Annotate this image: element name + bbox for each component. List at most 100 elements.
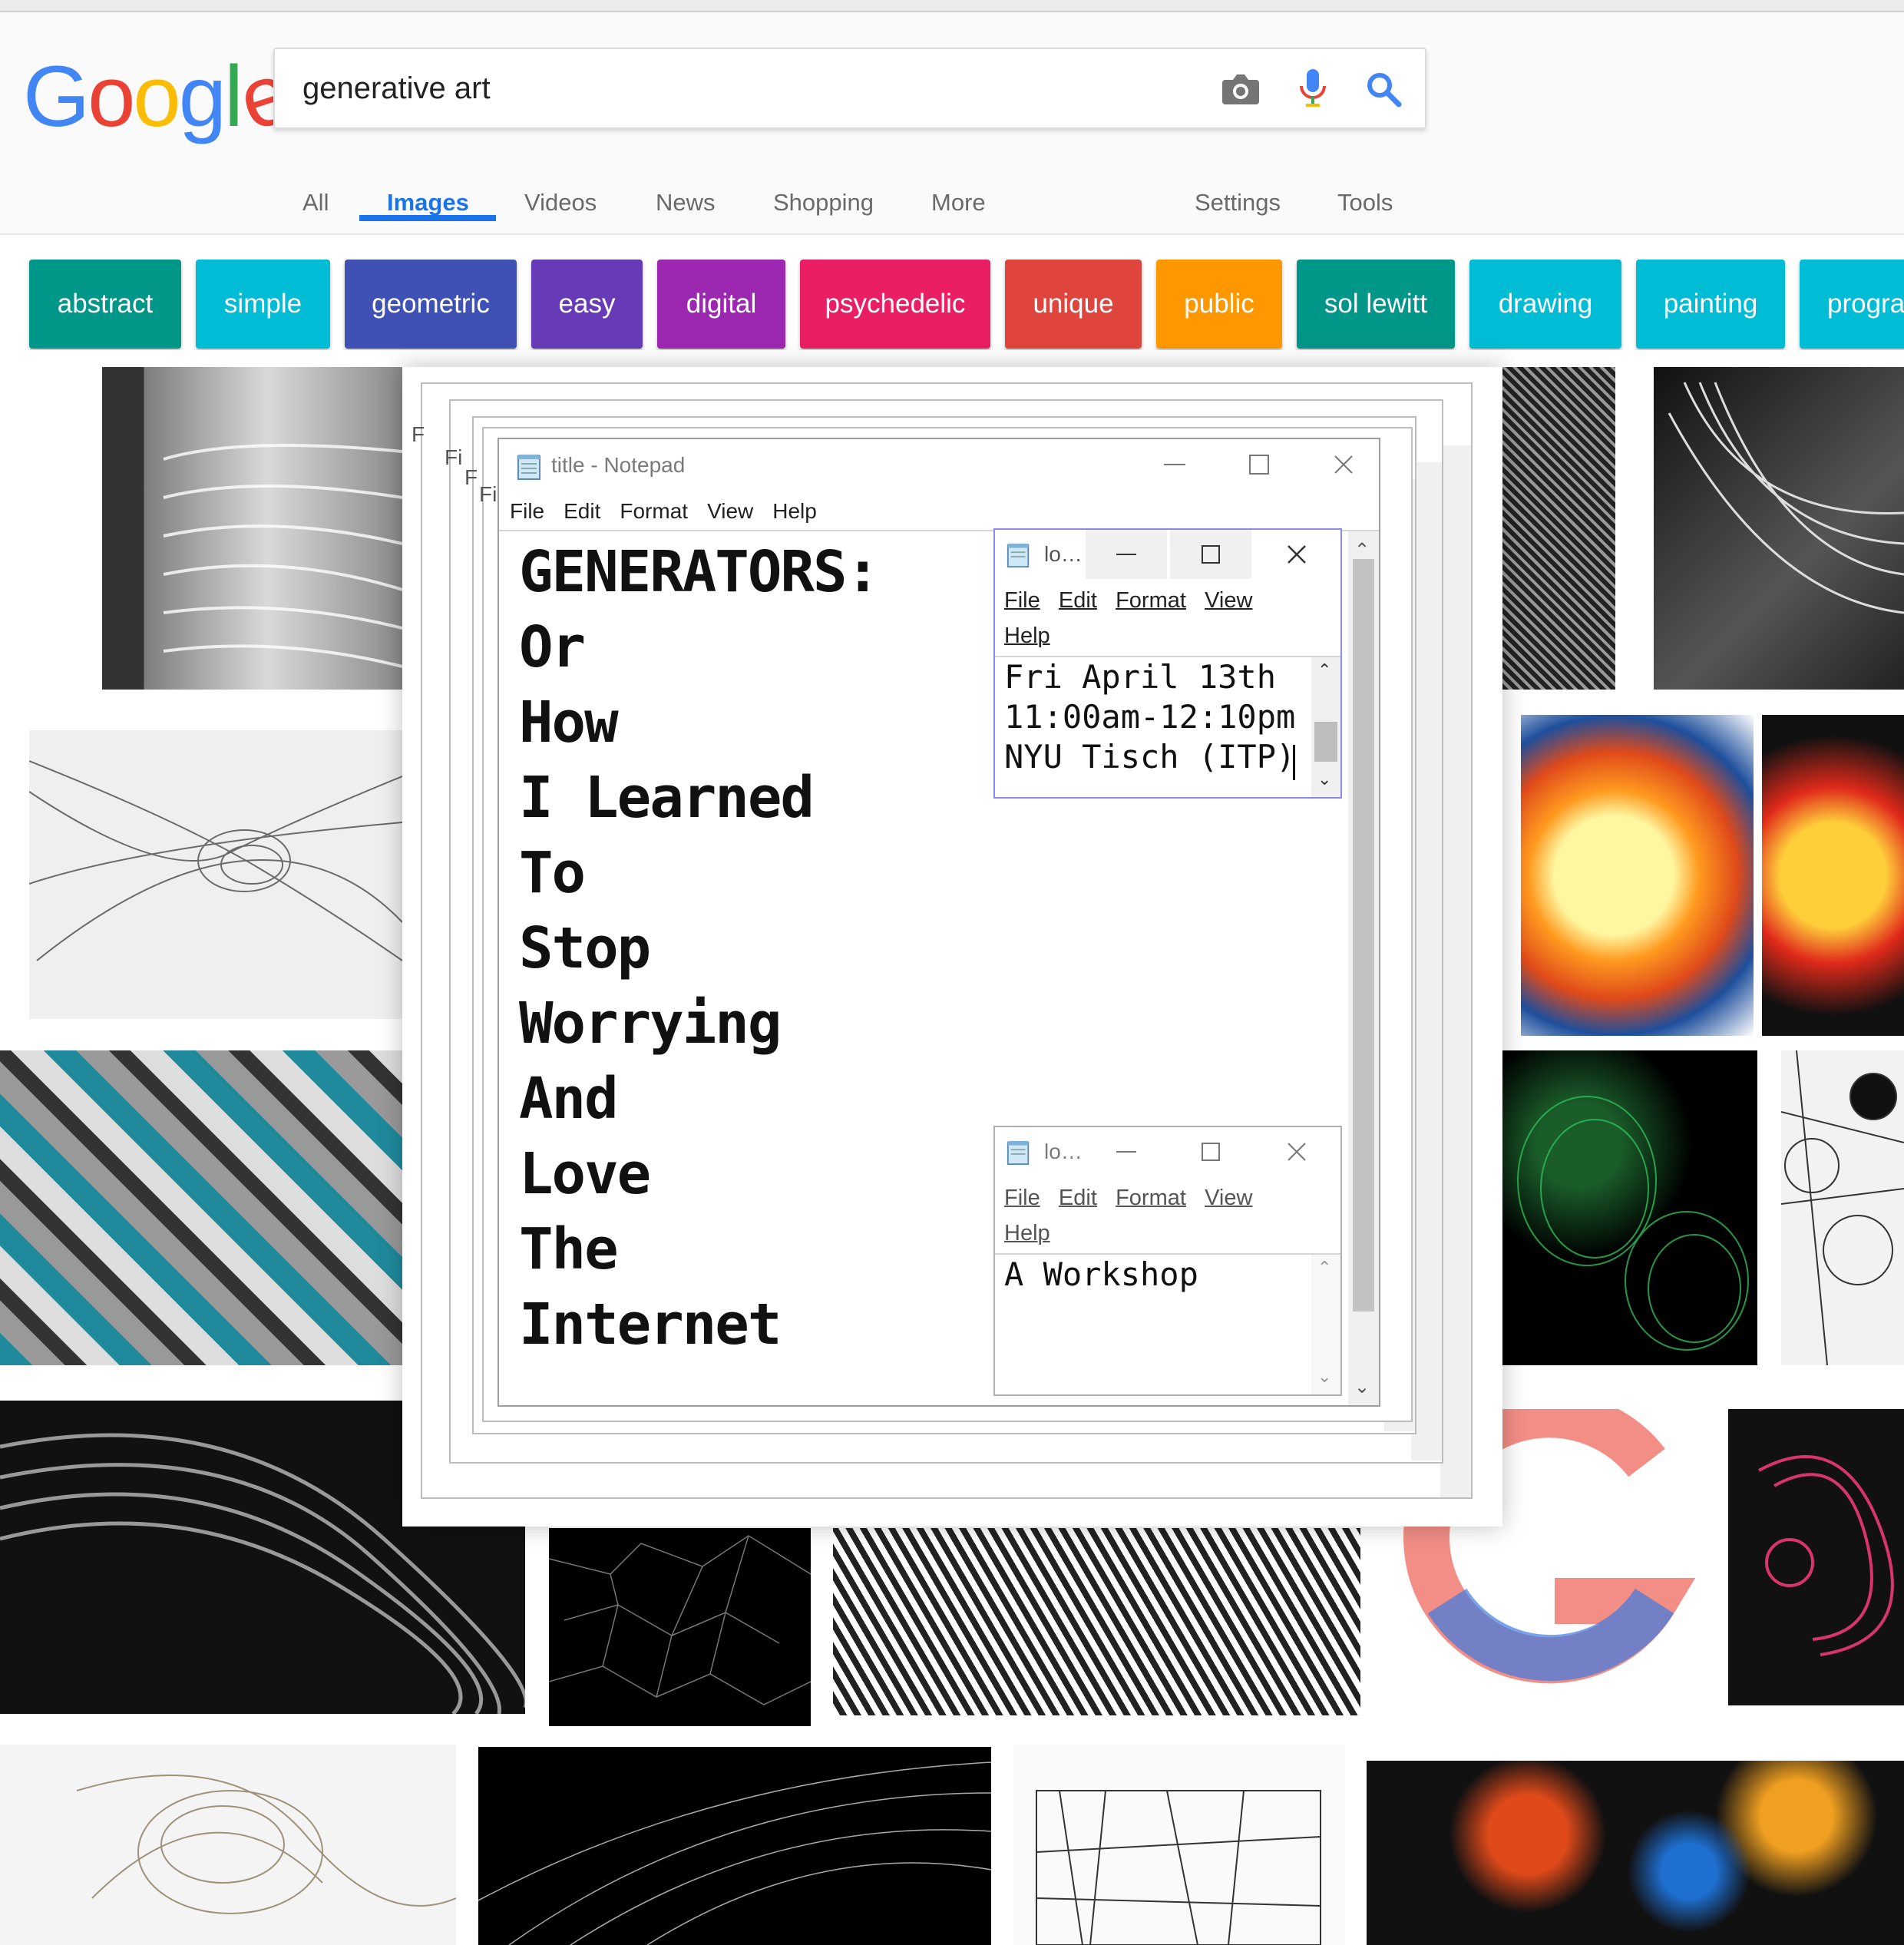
menu-file[interactable]: File [1004,588,1040,613]
search-icon[interactable] [1360,66,1407,112]
logo-letter: g [178,48,226,144]
chip-geometric[interactable]: geometric [345,260,517,349]
close-icon[interactable] [1313,445,1374,484]
chip-public[interactable]: public [1156,260,1282,349]
image-result[interactable] [549,1528,811,1726]
google-logo[interactable]: Google [23,43,300,151]
menu-help[interactable]: Help [1004,624,1050,648]
chip-drawing[interactable]: drawing [1469,260,1621,349]
chip-psychedelic[interactable]: psychedelic [800,260,990,349]
menu-bar: File Edit Format View [1004,1186,1252,1211]
scroll-down-icon[interactable]: ⌄ [1317,1367,1331,1387]
tab-all[interactable]: All [302,189,329,217]
camera-icon[interactable] [1218,66,1264,112]
chip-simple[interactable]: simple [196,260,330,349]
maximize-icon[interactable] [1170,530,1251,579]
image-result[interactable] [1502,1050,1757,1365]
menu-help[interactable]: Help [772,499,817,523]
chip-unique[interactable]: unique [1005,260,1142,349]
notepad-date-window: lo… File Edit Format View Help Fri April… [993,528,1342,799]
notepad-workshop-window: lo… File Edit Format View Help A Worksho… [993,1126,1342,1396]
search-input[interactable] [302,49,1185,127]
image-result[interactable] [478,1747,991,1945]
image-result[interactable] [833,1528,1360,1715]
search-box[interactable] [273,48,1426,129]
scroll-down-icon[interactable]: ⌄ [1317,769,1331,789]
chip-painting[interactable]: painting [1636,260,1785,349]
microphone-icon[interactable] [1290,66,1336,112]
window-title: lo… [1044,542,1083,566]
vertical-scrollbar[interactable]: ⌃ ⌄ [1348,531,1379,1405]
scroll-thumb[interactable] [1314,722,1337,762]
menu-view[interactable]: View [1205,1186,1252,1210]
scroll-up-icon[interactable]: ⌃ [1317,660,1331,680]
logo-letter: o [133,48,180,144]
menu-format[interactable]: Format [620,499,688,523]
related-search-chips: abstract simple geometric easy digital p… [0,260,1904,350]
menu-file[interactable]: File [1004,1186,1040,1210]
chip-easy[interactable]: easy [531,260,643,349]
image-result[interactable] [1728,1409,1904,1705]
logo-letter: G [23,48,90,144]
menu-bar-row2: Help [1004,1221,1050,1246]
image-result[interactable] [0,1745,456,1945]
notepad-icon [516,453,544,481]
tools-link[interactable]: Tools [1337,189,1393,217]
tab-shopping[interactable]: Shopping [773,189,874,217]
image-result[interactable] [1013,1745,1345,1945]
menu-view[interactable]: View [707,499,753,523]
image-result[interactable] [1654,367,1904,690]
minimize-icon[interactable] [1144,445,1205,484]
image-result[interactable] [1781,1050,1904,1365]
notepad-icon [1006,542,1032,568]
menu-edit[interactable]: Edit [1059,1186,1097,1210]
scrollbar[interactable] [1440,445,1471,1497]
tab-images[interactable]: Images [387,189,469,217]
scroll-up-icon[interactable]: ⌃ [1354,539,1370,561]
chip-programming[interactable]: progra [1800,260,1904,349]
menu-format[interactable]: Format [1116,1186,1186,1210]
image-result[interactable] [1762,715,1904,1036]
minimize-icon[interactable] [1086,530,1167,579]
active-tab-indicator [359,215,496,221]
menu-help[interactable]: Help [1004,1221,1050,1245]
image-result[interactable] [1367,1761,1904,1945]
browser-top-strip [0,0,1904,12]
menu-file[interactable]: File [510,499,544,523]
vertical-scrollbar[interactable]: ⌃ ⌄ [1311,1255,1340,1394]
image-result[interactable] [102,367,402,690]
vertical-scrollbar[interactable]: ⌃ ⌄ [1311,657,1340,797]
chip-digital[interactable]: digital [657,260,785,349]
close-icon[interactable] [1254,530,1339,579]
window-title: lo… [1044,1140,1083,1163]
image-result[interactable] [0,1050,402,1365]
image-result[interactable] [1502,367,1615,690]
scroll-down-icon[interactable]: ⌄ [1354,1376,1370,1398]
tab-more[interactable]: More [931,189,986,217]
scroll-up-icon[interactable]: ⌃ [1317,1258,1331,1278]
menu-edit[interactable]: Edit [1059,588,1097,613]
window-title: title - Notepad [551,453,686,477]
date-text: Fri April 13th 11:00am-12:10pm NYU Tisch… [1004,658,1296,776]
maximize-icon[interactable] [1228,445,1290,484]
close-icon[interactable] [1254,1127,1339,1176]
menu-edit[interactable]: Edit [564,499,600,523]
tab-news[interactable]: News [656,189,716,217]
echo-menu-fragment: Fi [445,445,463,469]
tab-videos[interactable]: Videos [524,189,597,217]
menu-bar: File Edit Format View Help [510,499,836,524]
image-result[interactable] [1521,715,1754,1036]
scroll-thumb[interactable] [1353,559,1374,1312]
minimize-icon[interactable] [1086,1127,1167,1176]
echo-menu-fragment: F [412,422,425,446]
chip-abstract[interactable]: abstract [29,260,181,349]
logo-letter: o [88,48,135,144]
menu-format[interactable]: Format [1116,588,1186,613]
chip-sol-lewitt[interactable]: sol lewitt [1297,260,1455,349]
echo-menu-fragment: F [464,465,478,489]
maximize-icon[interactable] [1170,1127,1251,1176]
menu-view[interactable]: View [1205,588,1252,613]
image-result[interactable] [29,730,402,1019]
settings-link[interactable]: Settings [1195,189,1281,217]
workshop-text: A Workshop [1004,1255,1198,1293]
